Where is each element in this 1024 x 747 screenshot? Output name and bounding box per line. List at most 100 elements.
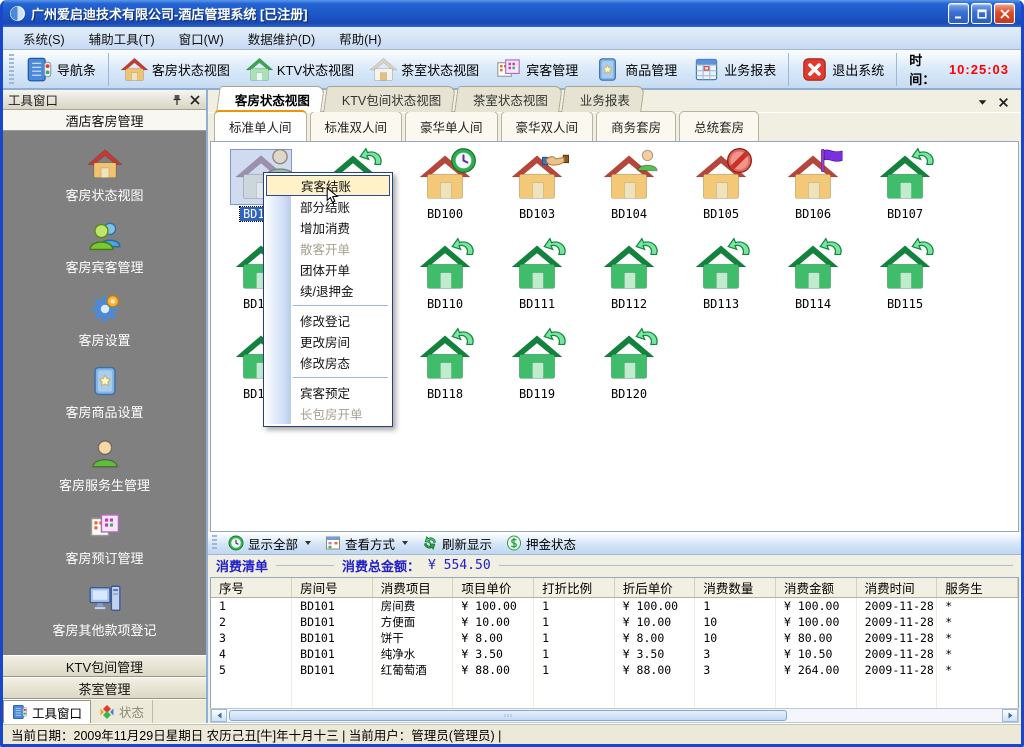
close-button[interactable] xyxy=(994,3,1015,24)
room-cell[interactable]: BD107 xyxy=(859,148,951,238)
sidebar-section-bar[interactable]: KTV包间管理 xyxy=(3,655,206,677)
room-cell[interactable]: BD113 xyxy=(675,238,767,328)
toolbar-button[interactable]: 退出系统 xyxy=(793,53,897,86)
room-label: BD110 xyxy=(424,297,466,311)
sidebar-item[interactable]: 客房商品设置 xyxy=(3,364,206,421)
table-row[interactable]: 1BD101房间费¥ 100.001 ¥ 100.001¥ 100.002009… xyxy=(211,598,1018,615)
context-menu-item[interactable]: 修改登记 xyxy=(291,310,390,331)
scrollbar-thumb[interactable] xyxy=(229,710,787,721)
sidebar-item[interactable]: 客房设置 xyxy=(3,292,206,349)
sidebar-section-bar[interactable]: 茶室管理 xyxy=(3,677,206,699)
toolbar-grip[interactable] xyxy=(9,54,14,84)
room-cell[interactable]: BD105 xyxy=(675,148,767,238)
pin-icon[interactable] xyxy=(171,94,183,106)
waiter-icon xyxy=(88,437,122,471)
sidebar-item[interactable]: 客房其他款项登记 xyxy=(3,582,206,639)
action-button[interactable]: 查看方式 xyxy=(318,532,415,555)
viewmode-icon xyxy=(325,535,341,551)
sidebar-item[interactable]: 客房宾客管理 xyxy=(3,219,206,276)
column-header[interactable]: 折后单价 xyxy=(614,578,695,598)
context-menu-item[interactable]: 更改房间 xyxy=(291,331,390,352)
time-value: 10:25:03 xyxy=(949,62,1009,77)
action-button[interactable]: 显示全部 xyxy=(221,532,318,555)
room-type-tab[interactable]: 标准单人间 xyxy=(214,110,307,141)
room-type-tab[interactable]: 商务套房 xyxy=(596,111,676,141)
minimize-button[interactable] xyxy=(948,3,969,24)
column-header[interactable]: 消费数量 xyxy=(695,578,776,598)
column-header[interactable]: 消费金额 xyxy=(775,578,856,598)
menu-item[interactable]: 数据维护(D) xyxy=(236,26,327,51)
table-row[interactable]: 2BD101方便面¥ 10.001 ¥ 10.0010¥ 100.002009-… xyxy=(211,614,1018,630)
navigator-icon xyxy=(26,56,53,83)
room-cell[interactable]: BD110 xyxy=(399,238,491,328)
room-type-tab[interactable]: 豪华双人间 xyxy=(501,111,594,141)
toolbar-grip[interactable] xyxy=(212,535,217,551)
goods-card-icon xyxy=(594,56,621,83)
room-cell[interactable]: BD100 xyxy=(399,148,491,238)
column-header[interactable]: 打折比例 xyxy=(534,578,615,598)
sidebar-bottom-tab[interactable]: 状态 xyxy=(91,700,153,723)
context-menu-item[interactable]: 增加消费 xyxy=(291,217,390,238)
context-menu-item[interactable]: 团体开单 xyxy=(291,259,390,280)
scroll-left-button[interactable] xyxy=(211,709,227,722)
column-header[interactable]: 房间号 xyxy=(292,578,373,598)
context-menu-item[interactable]: 宾客预定 xyxy=(291,382,390,403)
room-cell[interactable]: BD120 xyxy=(583,328,675,418)
menu-item[interactable]: 窗口(W) xyxy=(167,26,236,51)
menu-item[interactable]: 系统(S) xyxy=(11,26,77,51)
sidebar-item[interactable]: 客房预订管理 xyxy=(3,510,206,567)
room-cell[interactable]: BD115 xyxy=(859,238,951,328)
room-type-tab[interactable]: 豪华单人间 xyxy=(405,111,498,141)
room-cell[interactable]: BD104 xyxy=(583,148,675,238)
room-cell[interactable]: BD106 xyxy=(767,148,859,238)
column-header[interactable]: 消费时间 xyxy=(856,578,937,598)
room-cell[interactable]: BD103 xyxy=(491,148,583,238)
scroll-right-button[interactable] xyxy=(1002,709,1018,722)
sidebar-close-icon[interactable] xyxy=(189,94,201,106)
menu-item[interactable]: 辅助工具(T) xyxy=(77,26,167,51)
document-tab[interactable]: KTV包间状态视图 xyxy=(323,86,456,112)
toolbar-button[interactable]: 业务报表 xyxy=(685,53,789,86)
sidebar-section-room-mgmt[interactable]: 酒店客房管理 xyxy=(3,110,206,131)
table-row[interactable]: 4BD101纯净水¥ 3.501 ¥ 3.503¥ 10.502009-11-2… xyxy=(211,646,1018,662)
toolbar-button[interactable]: 茶室状态视图 xyxy=(362,53,487,86)
column-header[interactable]: 序号 xyxy=(211,578,292,598)
toolbar-button[interactable]: 宾客管理 xyxy=(487,53,586,86)
scrollbar-track[interactable] xyxy=(227,709,1002,722)
room-cell[interactable]: BD118 xyxy=(399,328,491,418)
toolbar-button[interactable]: 客房状态视图 xyxy=(113,53,238,86)
context-menu-item[interactable]: 续/退押金 xyxy=(291,280,390,301)
document-tab[interactable]: 茶室状态视图 xyxy=(455,86,564,112)
context-menu-item[interactable]: 散客开单 xyxy=(291,238,390,259)
room-cell[interactable]: BD112 xyxy=(583,238,675,328)
table-row[interactable]: 5BD101红葡萄酒¥ 88.001 ¥ 88.003¥ 264.002009-… xyxy=(211,662,1018,678)
toolbar-button[interactable]: KTV状态视图 xyxy=(238,53,362,86)
sidebar-item[interactable]: 客房服务生管理 xyxy=(3,437,206,494)
document-tab[interactable]: 业务报表 xyxy=(562,86,646,112)
tab-list-chevron-icon[interactable] xyxy=(977,97,988,108)
column-header[interactable]: 消费项目 xyxy=(372,578,453,598)
toolbar-button[interactable]: 商品管理 xyxy=(586,53,685,86)
column-header[interactable]: 服务生 xyxy=(937,578,1018,598)
context-menu-item[interactable]: 修改房态 xyxy=(291,352,390,373)
column-header[interactable]: 项目单价 xyxy=(453,578,534,598)
room-type-tab[interactable]: 总统套房 xyxy=(679,111,759,141)
horizontal-scrollbar[interactable] xyxy=(210,708,1019,723)
arrow-badge xyxy=(542,327,569,354)
context-menu-item[interactable]: 长包房开单 xyxy=(291,403,390,424)
document-tab[interactable]: 客房状态视图 xyxy=(216,86,325,112)
table-row[interactable]: 3BD101饼干¥ 8.001 ¥ 8.0010¥ 80.002009-11-2… xyxy=(211,630,1018,646)
room-type-tab[interactable]: 标准双人间 xyxy=(310,111,403,141)
room-label: BD115 xyxy=(884,297,926,311)
room-cell[interactable]: BD114 xyxy=(767,238,859,328)
action-button[interactable]: 押金状态 xyxy=(499,532,583,555)
room-cell[interactable]: BD119 xyxy=(491,328,583,418)
menu-item[interactable]: 帮助(H) xyxy=(327,26,393,51)
maximize-button[interactable] xyxy=(971,3,992,24)
toolbar-button[interactable]: 导航条 xyxy=(18,53,109,86)
sidebar-item[interactable]: 客房状态视图 xyxy=(3,147,206,204)
tab-close-icon[interactable] xyxy=(998,97,1009,108)
room-cell[interactable]: BD111 xyxy=(491,238,583,328)
sidebar-bottom-tab[interactable]: 工具窗口 xyxy=(3,700,91,723)
action-button[interactable]: 刷新显示 xyxy=(415,532,499,555)
